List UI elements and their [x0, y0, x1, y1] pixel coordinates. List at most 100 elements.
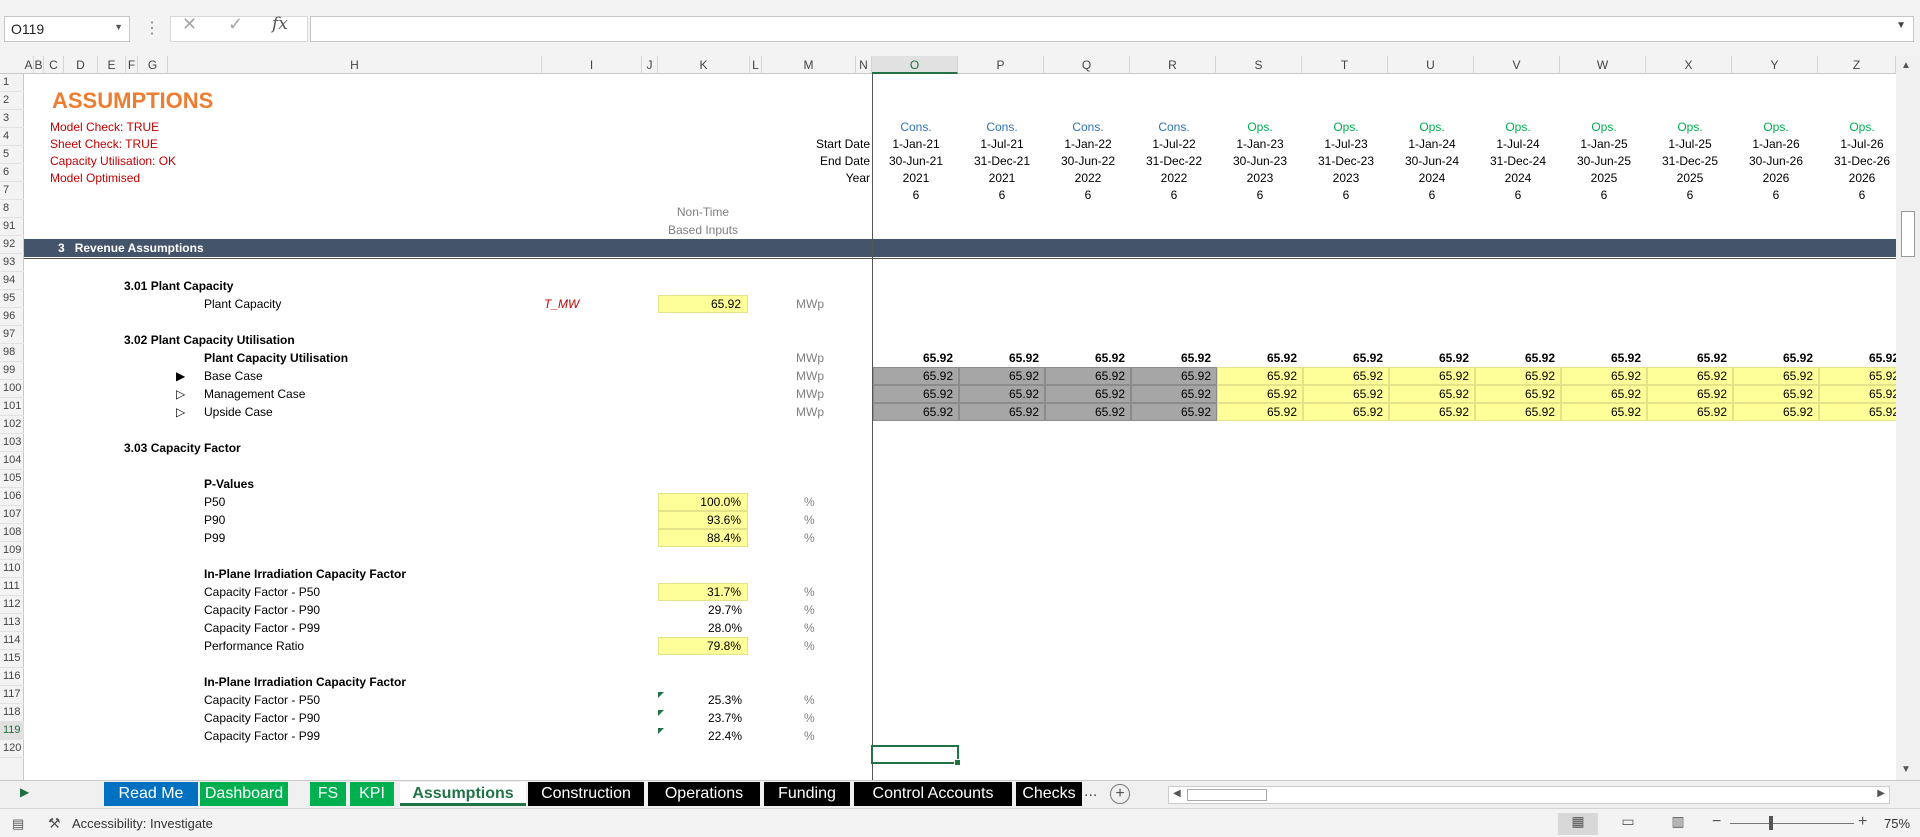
row-header[interactable]: 3: [0, 110, 24, 128]
case-value-cell[interactable]: 65.92: [1475, 367, 1561, 385]
column-header[interactable]: K: [658, 56, 750, 74]
column-header[interactable]: R: [1130, 56, 1216, 74]
row-header[interactable]: 101: [0, 398, 24, 416]
case-value-cell[interactable]: 65.92: [1561, 367, 1647, 385]
expand-formula-icon[interactable]: ▼: [1896, 20, 1906, 31]
sheet-tab[interactable]: Control Accounts: [854, 782, 1012, 806]
sheet-tab[interactable]: Assumptions: [400, 782, 526, 806]
normal-view-icon[interactable]: ▦: [1558, 813, 1598, 835]
row-header[interactable]: 113: [0, 614, 24, 632]
row-header[interactable]: 4: [0, 128, 24, 146]
case-value-cell[interactable]: 65.92: [1045, 403, 1131, 421]
column-header[interactable]: T: [1302, 56, 1388, 74]
scroll-right-icon[interactable]: ▶: [1877, 788, 1885, 799]
case-value-cell[interactable]: 65.92: [959, 385, 1045, 403]
column-header[interactable]: V: [1474, 56, 1560, 74]
row-header[interactable]: 104: [0, 452, 24, 470]
case-value-cell[interactable]: 65.92: [873, 385, 959, 403]
zoom-level[interactable]: 75%: [1884, 816, 1910, 831]
case-value-cell[interactable]: 65.92: [1045, 385, 1131, 403]
row-header[interactable]: 93: [0, 254, 24, 272]
case-value-cell[interactable]: 65.92: [1389, 385, 1475, 403]
case-value-cell[interactable]: 65.92: [873, 367, 959, 385]
cancel-icon[interactable]: ✕: [182, 14, 197, 35]
case-value-cell[interactable]: 65.92: [1819, 403, 1905, 421]
row-header[interactable]: 8: [0, 200, 24, 218]
horizontal-scroll-thumb[interactable]: [1187, 789, 1267, 801]
row-header[interactable]: 1: [0, 74, 24, 92]
case-value-cell[interactable]: 65.92: [1303, 403, 1389, 421]
case-value-cell[interactable]: 65.92: [1819, 385, 1905, 403]
row-header[interactable]: 115: [0, 650, 24, 668]
tab-scroll-right-icon[interactable]: ▶: [20, 785, 29, 799]
column-header[interactable]: D: [64, 56, 98, 74]
case-selector-icon[interactable]: ▷: [176, 385, 185, 403]
row-header[interactable]: 7: [0, 182, 24, 200]
row-header[interactable]: 108: [0, 524, 24, 542]
scroll-down-icon[interactable]: ▼: [1901, 764, 1911, 775]
case-value-cell[interactable]: 65.92: [1733, 403, 1819, 421]
column-header[interactable]: Y: [1732, 56, 1818, 74]
name-box[interactable]: O119 ▼: [4, 16, 130, 42]
zoom-in-icon[interactable]: +: [1858, 813, 1867, 831]
column-header[interactable]: H: [168, 56, 542, 74]
row-header[interactable]: 114: [0, 632, 24, 650]
row-header[interactable]: 6: [0, 164, 24, 182]
case-selector-icon[interactable]: ▶: [176, 367, 185, 385]
row-header[interactable]: 107: [0, 506, 24, 524]
row-header[interactable]: 112: [0, 596, 24, 614]
column-header[interactable]: F: [126, 56, 138, 74]
case-value-cell[interactable]: 65.92: [1733, 367, 1819, 385]
enter-icon[interactable]: ✓: [228, 14, 243, 35]
column-header[interactable]: U: [1388, 56, 1474, 74]
sheet-tab[interactable]: FS: [310, 782, 346, 806]
column-header[interactable]: W: [1560, 56, 1646, 74]
sheet-tab[interactable]: Construction: [528, 782, 644, 806]
row-header[interactable]: 91: [0, 218, 24, 236]
row-header[interactable]: 111: [0, 578, 24, 596]
row-header[interactable]: 120: [0, 740, 24, 758]
case-value-cell[interactable]: 65.92: [1131, 403, 1217, 421]
case-value-cell[interactable]: 65.92: [1131, 385, 1217, 403]
scroll-up-icon[interactable]: ▲: [1901, 60, 1911, 71]
scroll-left-icon[interactable]: ◀: [1173, 788, 1181, 799]
row-header[interactable]: 97: [0, 326, 24, 344]
vertical-scroll-thumb[interactable]: [1901, 211, 1915, 257]
accessibility-status[interactable]: Accessibility: Investigate: [72, 816, 213, 831]
row-header[interactable]: 110: [0, 560, 24, 578]
row-header[interactable]: 100: [0, 380, 24, 398]
case-value-cell[interactable]: 65.92: [1819, 367, 1905, 385]
more-options-icon[interactable]: ⋮: [144, 18, 160, 38]
row-header[interactable]: 119: [0, 722, 24, 740]
column-header[interactable]: I: [542, 56, 642, 74]
case-value-cell[interactable]: 65.92: [1561, 403, 1647, 421]
sheet-tab[interactable]: Read Me: [104, 782, 198, 806]
row-header[interactable]: 96: [0, 308, 24, 326]
sheet-tab[interactable]: Funding: [764, 782, 850, 806]
row-header[interactable]: 2: [0, 92, 24, 110]
row-header[interactable]: 117: [0, 686, 24, 704]
vertical-scrollbar[interactable]: ▲ ▼: [1896, 56, 1920, 780]
case-value-cell[interactable]: 65.92: [959, 367, 1045, 385]
column-header[interactable]: N: [856, 56, 872, 74]
case-value-cell[interactable]: 65.92: [1303, 367, 1389, 385]
case-value-cell[interactable]: 65.92: [1475, 385, 1561, 403]
row-header[interactable]: 116: [0, 668, 24, 686]
row-header[interactable]: 92: [0, 236, 24, 254]
case-value-cell[interactable]: 65.92: [1045, 367, 1131, 385]
column-header[interactable]: B: [34, 56, 44, 74]
row-header[interactable]: 95: [0, 290, 24, 308]
sheet-tab[interactable]: Checks: [1016, 782, 1082, 806]
column-header[interactable]: J: [642, 56, 658, 74]
more-tabs-icon[interactable]: ...: [1084, 783, 1097, 801]
case-value-cell[interactable]: 65.92: [1389, 403, 1475, 421]
p-value-input[interactable]: 93.6%: [658, 511, 748, 529]
case-value-cell[interactable]: 65.92: [873, 403, 959, 421]
row-header[interactable]: 105: [0, 470, 24, 488]
worksheet-grid[interactable]: ABCDEFGHIJKLMNOPQRSTUVWXYZ 1 2 3 4 5 6 7 8 91 92 9…: [0, 56, 1920, 780]
column-header[interactable]: Q: [1044, 56, 1130, 74]
capacity-factor-input[interactable]: 31.7%: [658, 583, 748, 601]
row-header[interactable]: 106: [0, 488, 24, 506]
p-value-input[interactable]: 100.0%: [658, 493, 748, 511]
case-value-cell[interactable]: 65.92: [959, 403, 1045, 421]
